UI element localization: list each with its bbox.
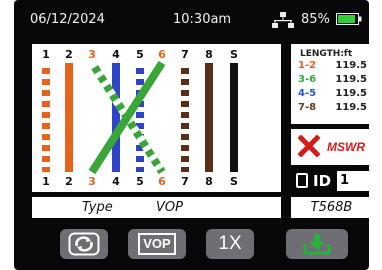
- pin-label: 3: [88, 175, 96, 188]
- tester-screen: 06/12/2024 10:30am 85% 1 2 3 4 5 6 7 8 S 1 2 3 4 5 6 7…: [14, 0, 369, 270]
- pair-label: 4-5: [298, 88, 317, 99]
- speed-button[interactable]: 1X: [206, 229, 254, 259]
- status-bar: 06/12/2024 10:30am 85%: [14, 0, 369, 36]
- id-value: 1: [337, 171, 369, 191]
- save-button[interactable]: [286, 229, 348, 259]
- length-row: 7-8 119.5: [295, 102, 369, 115]
- pin-label: 4: [112, 175, 120, 188]
- wiring-standard: T568B: [291, 197, 369, 218]
- time-label: 10:30am: [173, 12, 232, 27]
- vop-button[interactable]: VOP: [128, 229, 186, 259]
- date-label: 06/12/2024: [30, 12, 105, 27]
- fail-x-icon: [298, 135, 320, 157]
- length-row: 4-5 119.5: [295, 88, 369, 101]
- length-value: 119.5: [335, 60, 367, 71]
- pin-labels-bottom: 1 2 3 4 5 6 7 8 S: [32, 173, 281, 189]
- pin-label: 2: [65, 175, 73, 188]
- length-panel: LENGTH:ft 1-2 119.5 3-6 119.5 4-5 119.5 …: [291, 44, 369, 124]
- pin-label: 5: [136, 175, 144, 188]
- type-value: VOP: [156, 200, 183, 215]
- pin-label: S: [230, 175, 238, 188]
- id-label: ID: [313, 172, 332, 190]
- type-bar: Type VOP: [32, 197, 281, 218]
- pair-label: 7-8: [298, 102, 317, 113]
- type-label: Type: [82, 200, 113, 215]
- remote-id-icon: [296, 173, 308, 188]
- battery-icon: [336, 13, 362, 25]
- length-header: LENGTH:ft: [300, 49, 353, 59]
- wiremap-panel: 1 2 3 4 5 6 7 8 S 1 2 3 4 5 6 7 8 S: [32, 44, 281, 192]
- length-value: 119.5: [335, 88, 367, 99]
- vop-button-label: VOP: [138, 233, 176, 255]
- length-value: 119.5: [335, 74, 367, 85]
- mswr-fault-panel: MSWR: [291, 129, 369, 165]
- pin-label: 1: [42, 175, 50, 188]
- retest-button[interactable]: [60, 229, 108, 259]
- pin-label: 7: [181, 175, 189, 188]
- mswr-label: MSWR: [327, 140, 365, 154]
- refresh-icon: [68, 232, 100, 256]
- network-icon: [272, 12, 294, 28]
- pin-label: 8: [205, 175, 213, 188]
- pair-label: 3-6: [298, 74, 317, 85]
- save-icon: [303, 234, 331, 255]
- length-value: 119.5: [335, 102, 367, 113]
- pin-label: 6: [158, 175, 166, 188]
- length-row: 1-2 119.5: [295, 60, 369, 73]
- length-row: 3-6 119.5: [295, 74, 369, 87]
- remote-id: ID 1: [291, 170, 369, 192]
- pair-label: 1-2: [298, 60, 317, 71]
- battery-percent: 85%: [301, 12, 330, 27]
- wiremap-diagram: [42, 60, 238, 175]
